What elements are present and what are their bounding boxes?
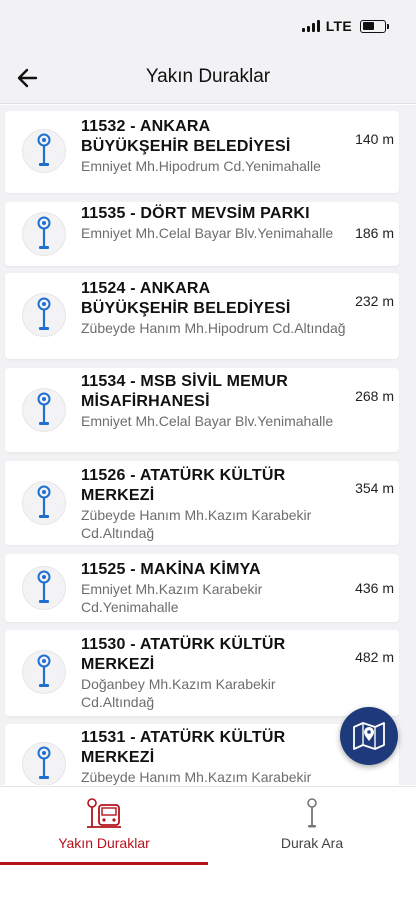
list-item[interactable]: 11524 - ANKARA BÜYÜKŞEHİR BELEDİYESİ Züb… bbox=[5, 273, 399, 359]
stop-address: Zübeyde Hanım Mh.Hipodrum Cd.Altındağ bbox=[81, 320, 346, 336]
stop-address: Doğanbey Mh.Kazım Karabekir Cd.Altındağ bbox=[81, 676, 276, 710]
tab-bar: Yakın Duraklar Durak Ara bbox=[0, 786, 416, 900]
bus-stop-icon bbox=[22, 481, 66, 525]
tab-label: Durak Ara bbox=[280, 835, 344, 851]
bus-stop-icon bbox=[22, 212, 66, 256]
stop-distance: 436 m bbox=[355, 580, 394, 596]
tab-nearby-stops[interactable]: Yakın Duraklar bbox=[0, 787, 208, 865]
stop-title: 11526 - ATATÜRK KÜLTÜR MERKEZİ bbox=[81, 467, 286, 504]
network-type: LTE bbox=[325, 18, 352, 34]
list-item[interactable]: 11525 - MAKİNA KİMYA Emniyet Mh.Kazım Ka… bbox=[5, 554, 399, 622]
stop-distance: 232 m bbox=[355, 293, 394, 309]
stop-title: 11532 - ANKARA BÜYÜKŞEHİR BELEDİYESİ bbox=[81, 118, 291, 155]
status-bar: LTE bbox=[0, 0, 416, 52]
list-item[interactable]: 11534 - MSB SİVİL MEMUR MİSAFİRHANESİ Em… bbox=[5, 368, 399, 452]
signal-icon bbox=[301, 20, 320, 32]
stop-distance: 354 m bbox=[355, 480, 394, 496]
stop-list: 11532 - ANKARA BÜYÜKŞEHİR BELEDİYESİ Emn… bbox=[0, 105, 416, 785]
stop-address: Emniyet Mh.Celal Bayar Blv.Yenimahalle bbox=[81, 225, 334, 241]
stop-address: Emniyet Mh.Kazım Karabekir Cd.Yenimahall… bbox=[81, 581, 263, 615]
list-item[interactable]: 11526 - ATATÜRK KÜLTÜR MERKEZİ Zübeyde H… bbox=[5, 461, 399, 545]
list-item[interactable]: 11535 - DÖRT MEVSİM PARKI Emniyet Mh.Cel… bbox=[5, 202, 399, 266]
tab-stop-search[interactable]: Durak Ara bbox=[208, 787, 416, 865]
stop-title: 11531 - ATATÜRK KÜLTÜR MERKEZİ bbox=[81, 729, 286, 766]
stop-address: Emniyet Mh.Celal Bayar Blv.Yenimahalle bbox=[81, 413, 334, 429]
page-title: Yakın Duraklar bbox=[145, 66, 271, 87]
bus-stop-icon bbox=[22, 742, 66, 785]
stop-title: 11525 - MAKİNA KİMYA bbox=[81, 561, 261, 578]
stop-distance: 140 m bbox=[355, 131, 394, 147]
status-indicators: LTE bbox=[301, 18, 389, 34]
stop-title: 11530 - ATATÜRK KÜLTÜR MERKEZİ bbox=[81, 636, 286, 673]
stop-address: Zübeyde Hanım Mh.Kazım Karabekir Cd.Altı… bbox=[81, 507, 312, 541]
stop-address: Zübeyde Hanım Mh.Kazım Karabekir bbox=[81, 769, 312, 785]
tab-label: Yakın Duraklar bbox=[58, 835, 150, 851]
bus-stop-icon bbox=[87, 798, 121, 828]
map-pin-icon bbox=[353, 722, 385, 750]
list-item[interactable]: 11530 - ATATÜRK KÜLTÜR MERKEZİ Doğanbey … bbox=[5, 630, 399, 716]
stop-pole-icon bbox=[307, 798, 317, 828]
stop-title: 11535 - DÖRT MEVSİM PARKI bbox=[81, 205, 310, 222]
bus-stop-icon bbox=[22, 388, 66, 432]
stop-title: 11534 - MSB SİVİL MEMUR MİSAFİRHANESİ bbox=[81, 373, 289, 410]
stop-distance: 482 m bbox=[355, 649, 394, 665]
list-item[interactable]: 11532 - ANKARA BÜYÜKŞEHİR BELEDİYESİ Emn… bbox=[5, 111, 399, 193]
bus-stop-icon bbox=[22, 650, 66, 694]
bus-stop-icon bbox=[22, 129, 66, 173]
stop-address: Emniyet Mh.Hipodrum Cd.Yenimahalle bbox=[81, 158, 321, 174]
bus-stop-icon bbox=[22, 293, 66, 337]
stop-title: 11524 - ANKARA BÜYÜKŞEHİR BELEDİYESİ bbox=[81, 280, 291, 317]
bus-stop-icon bbox=[22, 566, 66, 610]
active-tab-indicator bbox=[0, 862, 208, 865]
map-button[interactable] bbox=[340, 707, 398, 765]
stop-distance: 186 m bbox=[355, 225, 394, 241]
header: Yakın Duraklar bbox=[0, 52, 416, 104]
battery-icon bbox=[360, 19, 389, 33]
stop-distance: 268 m bbox=[355, 388, 394, 404]
